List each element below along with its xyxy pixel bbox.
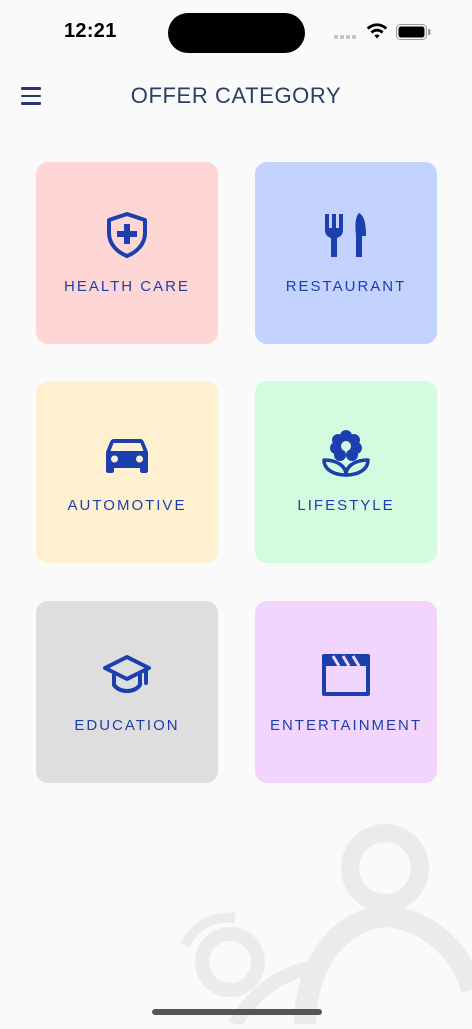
category-label: RESTAURANT bbox=[285, 278, 407, 295]
fork-knife-icon bbox=[321, 210, 371, 260]
category-card-restaurant[interactable]: RESTAURANT bbox=[255, 162, 437, 344]
car-icon bbox=[102, 429, 152, 479]
category-card-automotive[interactable]: AUTOMOTIVE bbox=[36, 381, 218, 563]
cellular-signal-icon bbox=[334, 35, 356, 39]
category-label: ENTERTAINMENT bbox=[269, 717, 423, 734]
flower-icon bbox=[321, 429, 371, 479]
battery-icon bbox=[396, 24, 432, 45]
category-label: EDUCATION bbox=[74, 717, 180, 734]
graduation-cap-icon bbox=[102, 649, 152, 699]
category-label: AUTOMOTIVE bbox=[67, 497, 187, 514]
shield-plus-icon bbox=[102, 210, 152, 260]
status-bar: 12:21 bbox=[0, 0, 472, 62]
background-watermark bbox=[175, 820, 472, 1029]
app-header: OFFER CATEGORY bbox=[0, 70, 472, 122]
category-card-education[interactable]: EDUCATION bbox=[36, 601, 218, 783]
wifi-icon bbox=[366, 22, 388, 45]
category-card-entertainment[interactable]: ENTERTAINMENT bbox=[255, 601, 437, 783]
category-label: LIFESTYLE bbox=[297, 497, 395, 514]
category-card-lifestyle[interactable]: LIFESTYLE bbox=[255, 381, 437, 563]
category-label: HEALTH CARE bbox=[64, 278, 190, 295]
status-time: 12:21 bbox=[64, 20, 117, 42]
clapperboard-icon bbox=[321, 649, 371, 699]
home-indicator[interactable] bbox=[152, 1009, 322, 1015]
page-title: OFFER CATEGORY bbox=[130, 83, 342, 108]
category-card-health-care[interactable]: HEALTH CARE bbox=[36, 162, 218, 344]
dynamic-island bbox=[168, 13, 305, 53]
